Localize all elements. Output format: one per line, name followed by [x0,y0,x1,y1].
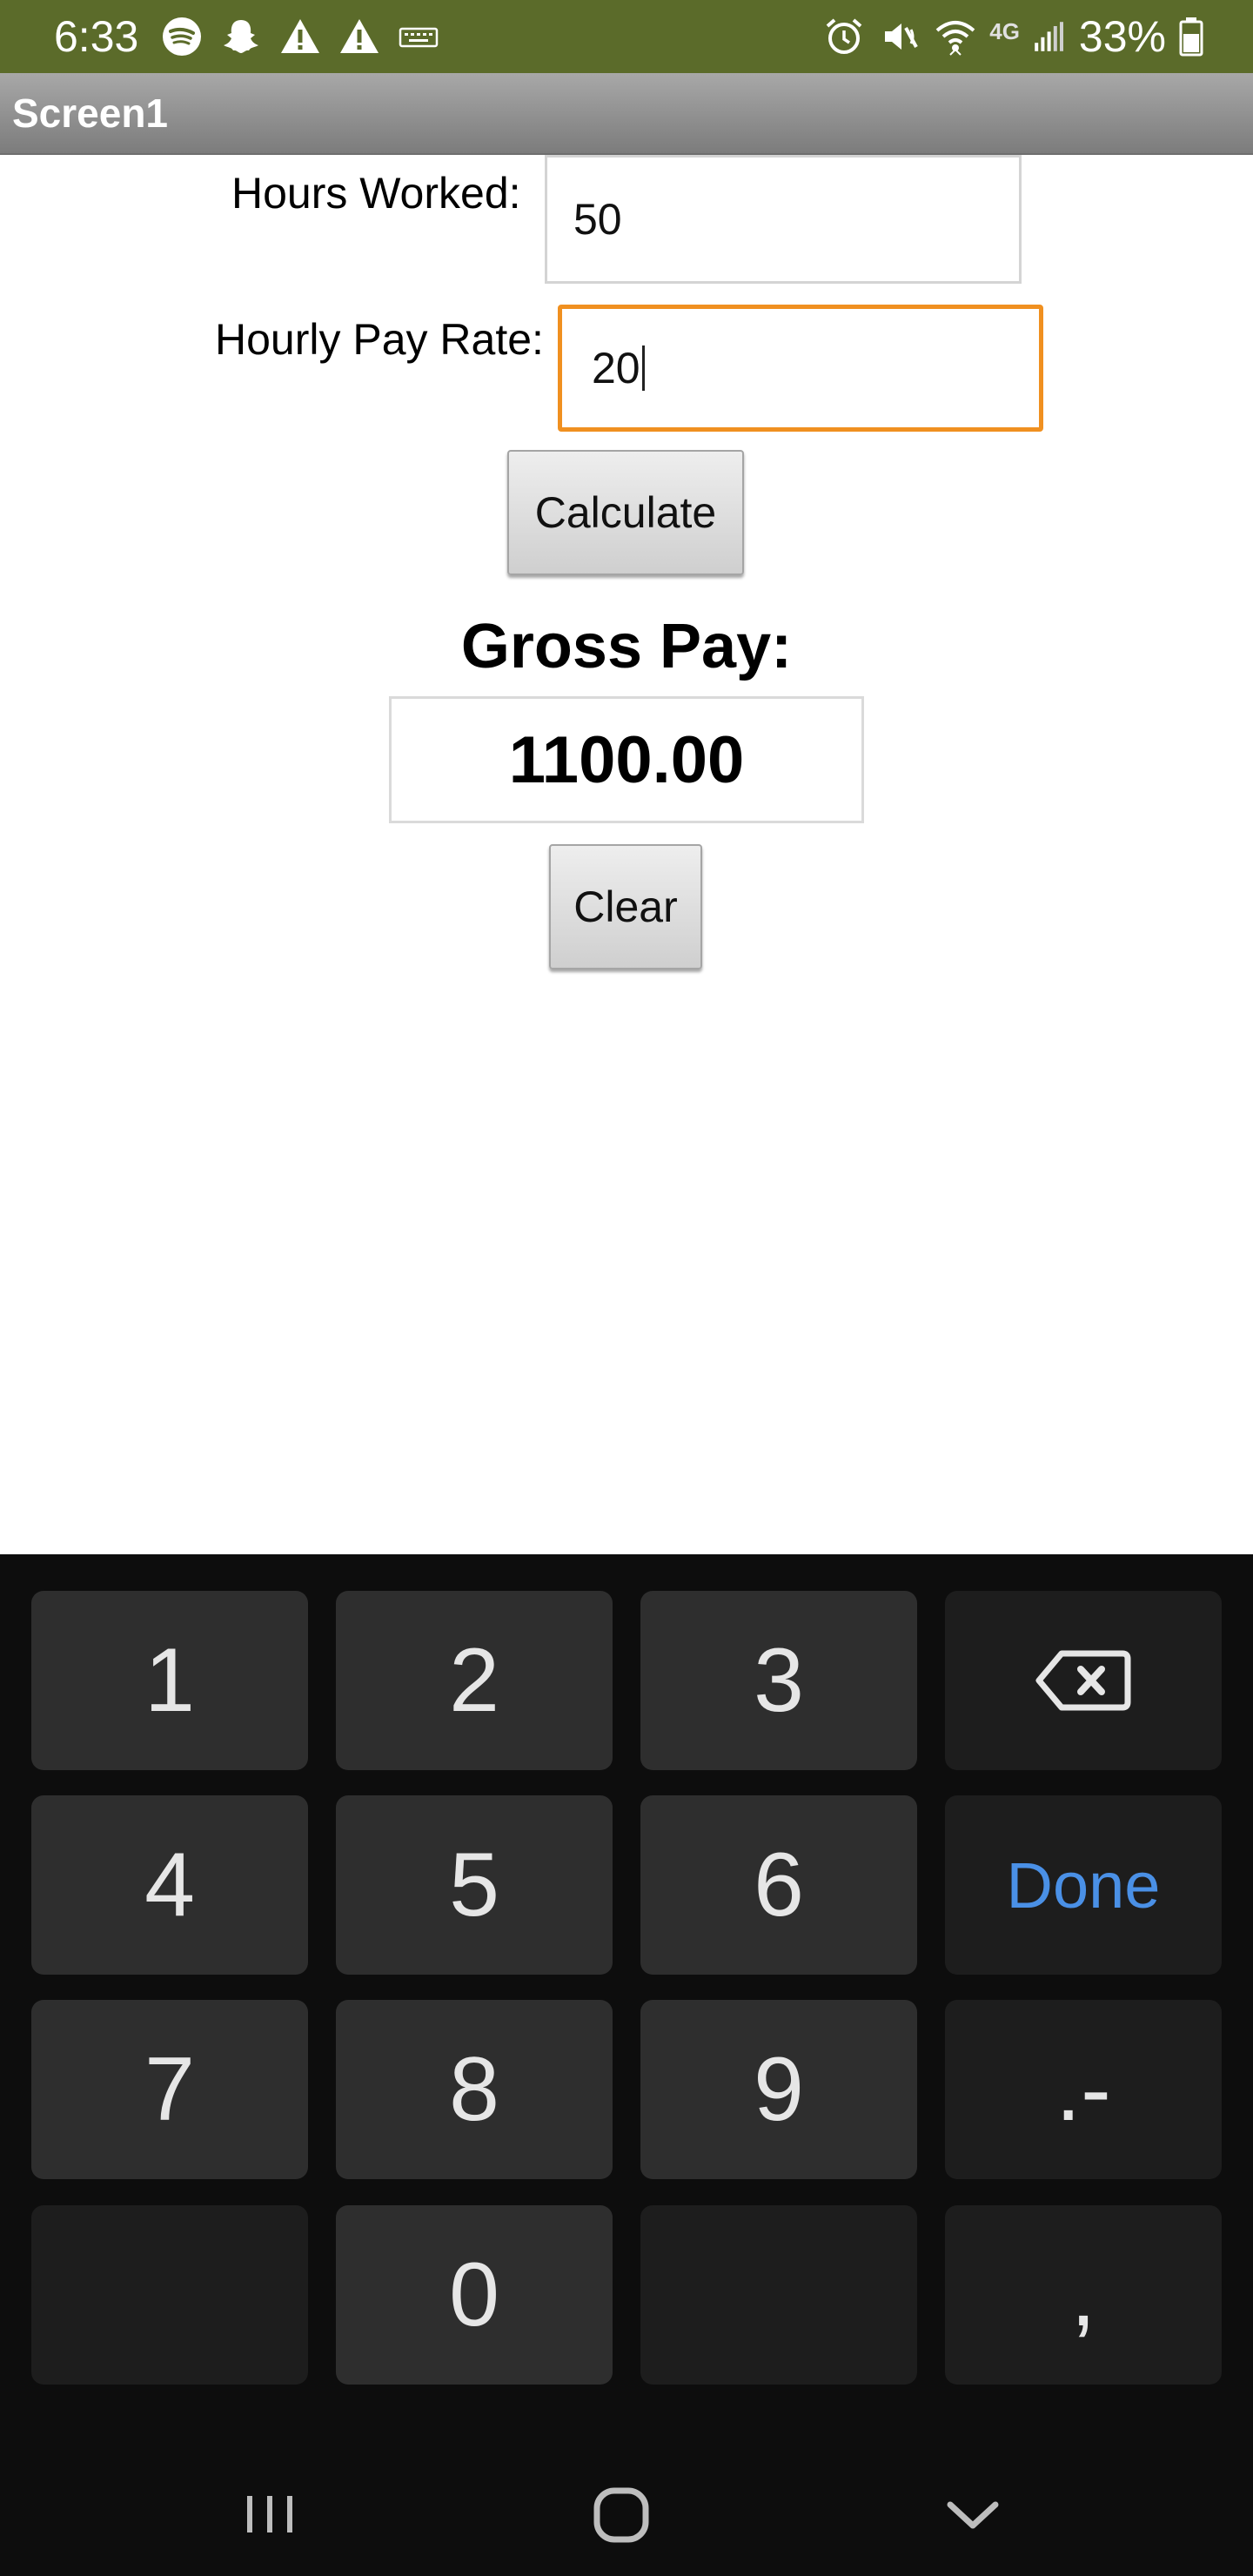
network-type-label: 4G [989,18,1020,44]
signal-icon [1035,22,1063,51]
screen-title: Screen1 [12,91,169,136]
recent-apps-icon[interactable] [235,2484,305,2545]
calculate-button-label: Calculate [534,488,717,537]
mute-icon [885,23,918,50]
snapchat-icon [224,20,258,53]
clear-button-label: Clear [573,882,678,931]
key-8-label: 8 [449,2038,499,2140]
backspace-icon [1035,1650,1131,1711]
clear-button[interactable]: Clear [549,844,702,969]
home-icon[interactable] [586,2480,656,2550]
hours-worked-value: 50 [573,195,622,244]
hours-worked-label: Hours Worked: [231,169,521,218]
key-0-label: 0 [449,2244,499,2345]
blank-key-right[interactable] [640,2205,917,2385]
key-7-label: 7 [144,2038,195,2140]
screen: { "status_bar": { "time": "6:33", "batte… [0,0,1253,2576]
gross-pay-label: Gross Pay: [460,612,793,681]
battery-percent: 33% [1078,12,1166,61]
key-8[interactable]: 8 [336,2000,613,2179]
blank-key-left[interactable] [31,2205,308,2385]
key-1-label: 1 [144,1629,195,1731]
key-3[interactable]: 3 [640,1591,917,1770]
gross-pay-value: 1100.00 [508,722,745,797]
decimal-minus-key-label: .- [1055,2038,1111,2140]
status-time: 6:33 [54,12,139,61]
warning-icon [281,19,319,53]
keyboard-icon [399,27,439,48]
status-bar: 6:33 4G 33% [0,0,1253,73]
key-5[interactable]: 5 [336,1795,613,1975]
key-2[interactable]: 2 [336,1591,613,1770]
key-1[interactable]: 1 [31,1591,308,1770]
key-5-label: 5 [449,1834,499,1935]
hours-worked-input[interactable]: 50 [545,155,1022,284]
key-4[interactable]: 4 [31,1795,308,1975]
app-title-bar: Screen1 [0,73,1253,155]
backspace-key[interactable] [945,1591,1222,1770]
key-0[interactable]: 0 [336,2205,613,2385]
key-2-label: 2 [449,1629,499,1731]
hourly-pay-rate-value: 20 [592,344,640,392]
alarm-icon [826,18,862,54]
key-3-label: 3 [754,1629,804,1731]
key-9[interactable]: 9 [640,2000,917,2179]
done-key-label: Done [1006,1848,1161,1922]
key-6-label: 6 [754,1834,804,1935]
done-key[interactable]: Done [945,1795,1222,1975]
hourly-pay-rate-input[interactable]: 20 [558,305,1043,432]
gross-pay-result: 1100.00 [389,696,864,823]
battery-icon [1179,17,1203,57]
system-status-icons: 4G 33% [822,10,1204,63]
notification-icons [160,14,440,59]
numeric-keyboard: 1 2 3 4 5 6 Done 7 8 9 .- 0 , [0,1554,1253,2576]
wifi-icon [935,21,975,56]
text-cursor [641,345,645,391]
comma-key[interactable]: , [945,2205,1222,2385]
key-9-label: 9 [754,2038,804,2140]
calculate-button[interactable]: Calculate [507,450,744,575]
key-7[interactable]: 7 [31,2000,308,2179]
spotify-icon [163,17,201,56]
key-6[interactable]: 6 [640,1795,917,1975]
hourly-pay-rate-label: Hourly Pay Rate: [215,315,544,364]
comma-key-label: , [1070,2244,1096,2345]
decimal-minus-key[interactable]: .- [945,2000,1222,2179]
key-4-label: 4 [144,1834,195,1935]
warning-icon [340,19,379,53]
back-icon[interactable] [938,2485,1008,2546]
